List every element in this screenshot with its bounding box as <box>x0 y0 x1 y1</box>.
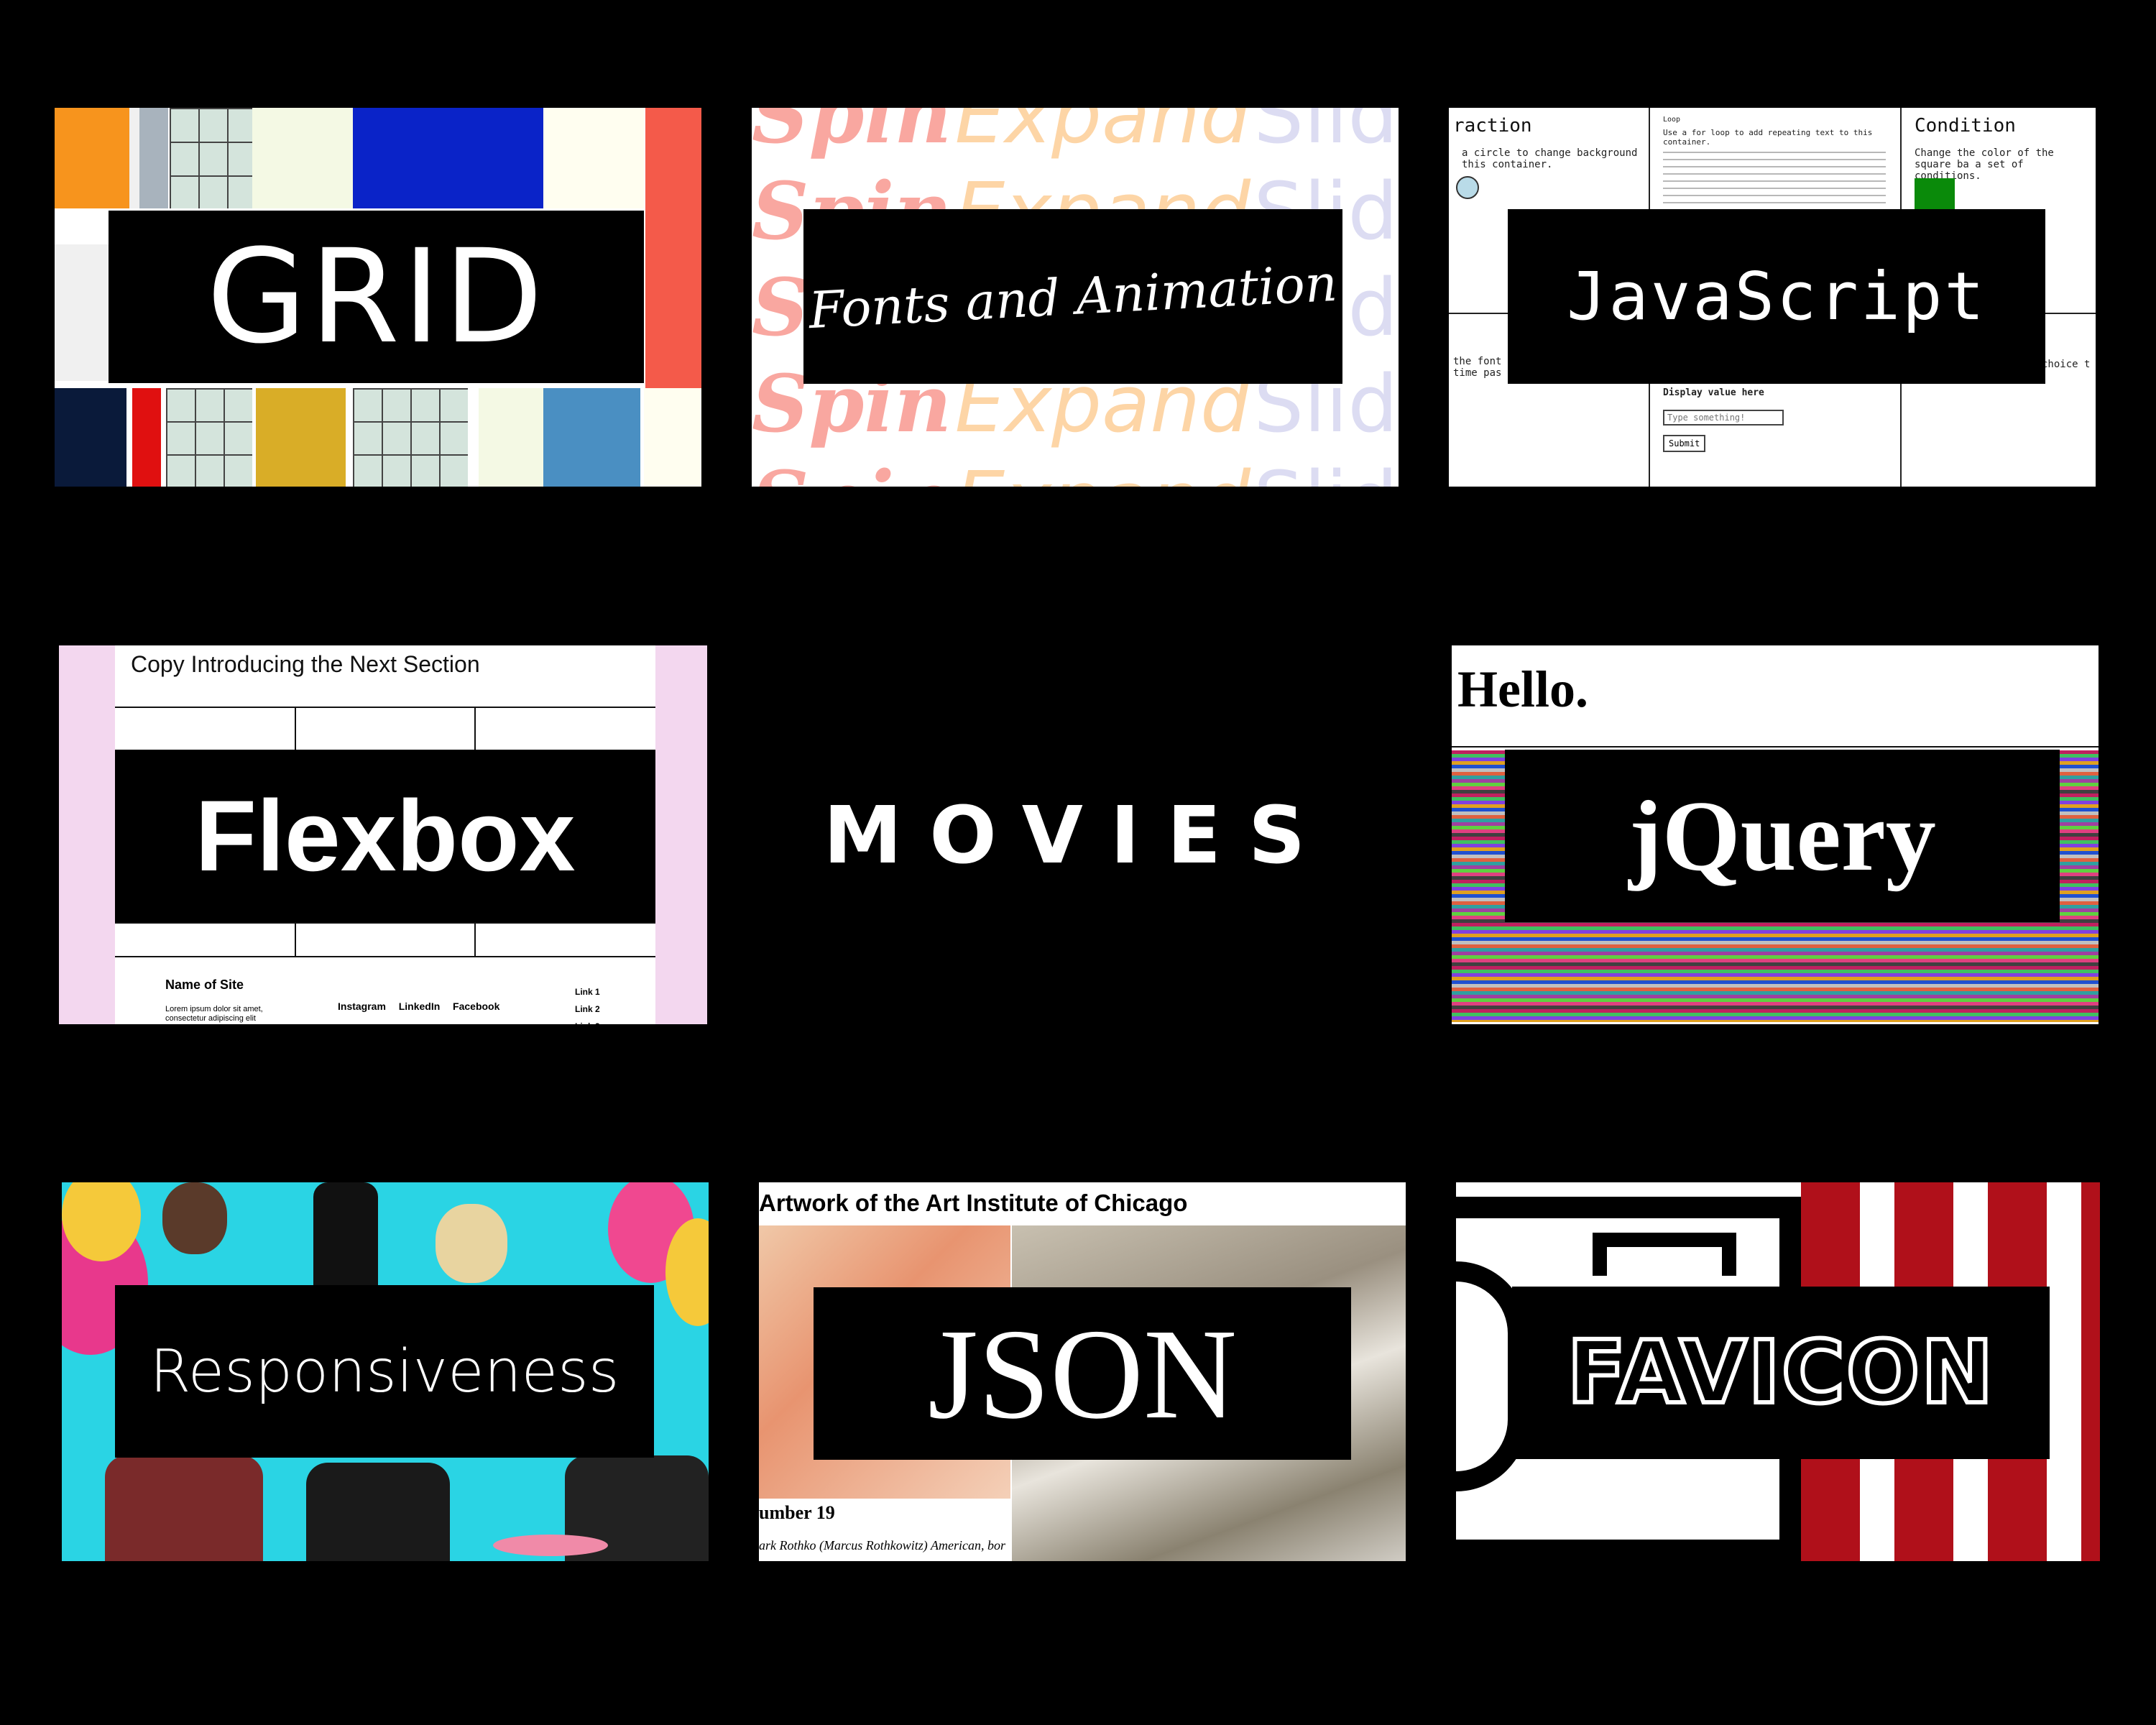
bg-word-spin: Spin <box>752 108 952 161</box>
linkedin-link[interactable]: LinkedIn <box>399 1000 441 1012</box>
link-3[interactable]: Link 3 <box>575 1018 600 1024</box>
tile-label-box: MOVIES <box>755 645 1401 1024</box>
tile-jquery[interactable]: Hello. jQuery <box>1452 645 2099 1024</box>
footer-links: Link 1 Link 2 Link 3 <box>575 983 600 1024</box>
tile-javascript[interactable]: raction a circle to change background th… <box>1449 108 2096 487</box>
tile-label: GRID <box>206 221 546 372</box>
json-caption-text: ark Rothko (Marcus Rothkowitz) American,… <box>759 1538 1005 1552</box>
bg-word-spin: Spin <box>752 454 952 487</box>
bg-word-expand: Expand <box>955 454 1250 487</box>
link-1[interactable]: Link 1 <box>575 983 600 1000</box>
json-heading: Artwork of the Art Institute of Chicago <box>759 1190 1188 1216</box>
tile-label: Flexbox <box>195 779 576 892</box>
tile-favicon[interactable]: FAVICON <box>1456 1182 2100 1561</box>
footer-social-links: Instagram LinkedIn Facebook <box>338 1000 499 1012</box>
tile-label-box: FAVICON <box>1512 1287 2050 1459</box>
tile-flexbox[interactable]: Copy Introducing the Next Section Name o… <box>59 645 707 1024</box>
flexbox-heading: Copy Introducing the Next Section <box>131 651 480 677</box>
bg-word-slide: Slide <box>1253 454 1399 487</box>
js-col3-title: Condition <box>1915 115 2016 137</box>
jquery-heading: Hello. <box>1457 661 1588 718</box>
tile-label-box: GRID <box>109 211 644 383</box>
tile-label: FAVICON <box>1565 1321 1996 1425</box>
tile-label: jQuery <box>1628 780 1936 892</box>
link-2[interactable]: Link 2 <box>575 1000 600 1018</box>
tile-label: Responsiveness <box>149 1337 619 1406</box>
tile-fonts-and-animation[interactable]: Spin Expand Slide Spin Expand Slide Spin… <box>752 108 1399 487</box>
tile-label-box: Responsiveness <box>115 1285 654 1458</box>
tile-label: JavaScript <box>1567 258 1986 335</box>
tile-movies[interactable]: MOVIES <box>755 645 1401 1024</box>
js-col2-title: Loop <box>1663 116 1681 124</box>
tile-label-box: Fonts and Animation <box>803 209 1342 384</box>
js-text-input[interactable] <box>1663 410 1784 426</box>
js-circle[interactable] <box>1456 176 1479 199</box>
tile-label-box: JSON <box>814 1287 1351 1460</box>
bg-word-slide: Slide <box>1253 108 1399 161</box>
js-display-label: Display value here <box>1663 387 1764 398</box>
tile-grid[interactable]: GRID <box>55 108 701 487</box>
js-col1-title: raction <box>1453 115 1532 137</box>
tile-label-box: jQuery <box>1505 750 2060 922</box>
tile-label: JSON <box>927 1302 1238 1445</box>
tile-label-box: Flexbox <box>115 750 655 922</box>
tile-label: MOVIES <box>823 788 1333 881</box>
tile-json[interactable]: Artwork of the Art Institute of Chicago … <box>759 1182 1406 1561</box>
tile-responsiveness[interactable]: Responsiveness <box>62 1182 709 1561</box>
json-caption-title: umber 19 <box>759 1502 835 1523</box>
tile-label-box: JavaScript <box>1508 209 2045 384</box>
tile-label: Fonts and Animation <box>807 253 1339 340</box>
js-col2-repeating-lines <box>1663 147 1886 205</box>
js-col1-text: a circle to change background this conta… <box>1462 147 1638 170</box>
instagram-link[interactable]: Instagram <box>338 1000 386 1012</box>
js-lower-right-text: choice t <box>2042 359 2091 370</box>
footer-site-name: Name of Site <box>165 978 244 992</box>
js-col3-text: Change the color of the square ba a set … <box>1915 147 2054 182</box>
js-submit-button[interactable]: Submit <box>1663 435 1706 452</box>
footer-lorem: Lorem ipsum dolor sit amet, consectetur … <box>165 1005 263 1023</box>
bg-word-expand: Expand <box>954 108 1250 161</box>
facebook-link[interactable]: Facebook <box>453 1000 499 1012</box>
js-col2-text: Use a for loop to add repeating text to … <box>1663 128 1873 147</box>
